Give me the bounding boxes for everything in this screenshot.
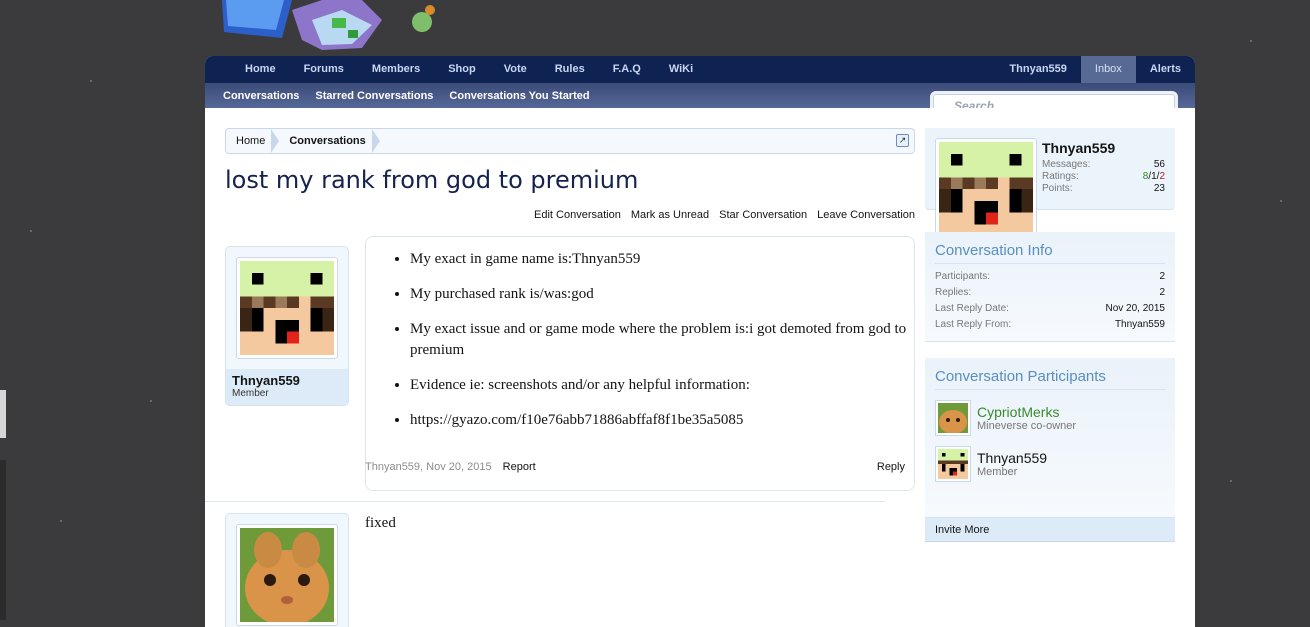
message-line: Evidence ie: screenshots and/or any help…	[410, 375, 914, 396]
conversation-info-heading: Conversation Info	[935, 242, 1165, 264]
nav-home[interactable]: Home	[231, 56, 290, 83]
ratings-positive: 8	[1142, 171, 1149, 182]
minecraft-face-icon	[240, 261, 334, 355]
nav-faq[interactable]: F.A.Q	[599, 56, 655, 83]
ratings-neutral: 1	[1151, 171, 1157, 182]
nav-vote[interactable]: Vote	[490, 56, 541, 83]
message-body: My exact in game name is:Thnyan559 My pu…	[365, 236, 915, 491]
edit-conversation-link[interactable]: Edit Conversation	[534, 209, 621, 221]
stat-label: Messages:	[1042, 159, 1091, 170]
jump-to-icon[interactable]: ↗	[896, 134, 909, 147]
bunny-avatar-icon	[938, 403, 968, 434]
message-meta: Thnyan559, Nov 20, 2015 Report	[365, 461, 536, 473]
nav-forums[interactable]: Forums	[290, 56, 358, 83]
avatar[interactable]	[935, 138, 1037, 240]
message-user-info: Thnyan559 Member	[225, 246, 349, 406]
nav-wiki[interactable]: WiKi	[655, 56, 707, 83]
info-label: Last Reply From:	[935, 319, 1012, 330]
user-role: Member	[232, 388, 269, 399]
bunny-avatar-icon	[240, 528, 334, 626]
participant-role: Mineverse co-owner	[977, 420, 1077, 432]
participant-name[interactable]: Thnyan559	[977, 450, 1047, 466]
participants-heading: Conversation Participants	[935, 368, 1165, 390]
nav-user[interactable]: Thnyan559	[995, 56, 1080, 83]
conversation-actions: Edit Conversation Mark as Unread Star Co…	[534, 209, 915, 221]
report-link[interactable]: Report	[503, 461, 536, 473]
forum-container: Home Forums Members Shop Vote Rules F.A.…	[205, 56, 1195, 627]
participant-item[interactable]: CypriotMerks Mineverse co-owner	[935, 395, 1165, 441]
breadcrumb-conversations[interactable]: Conversations	[279, 129, 381, 153]
nav-rules[interactable]: Rules	[541, 56, 599, 83]
subnav-conversations[interactable]: Conversations	[215, 90, 307, 102]
message: fixed	[225, 503, 915, 627]
message-line: My exact in game name is:Thnyan559	[410, 249, 914, 270]
message-user-info	[225, 513, 349, 627]
avatar[interactable]	[935, 446, 971, 482]
nav-shop[interactable]: Shop	[434, 56, 490, 83]
info-last-date: Nov 20, 2015	[1105, 303, 1166, 314]
message-line: My exact issue and or game mode where th…	[410, 319, 914, 361]
message-divider	[205, 501, 885, 502]
visitor-panel: Thnyan559 Messages: 56 Ratings: 8/1/2 Poin…	[925, 128, 1175, 240]
avatar[interactable]	[236, 257, 338, 359]
nav-members[interactable]: Members	[358, 56, 434, 83]
page-content: Home Conversations ↗ lost my rank from g…	[205, 108, 1195, 627]
message-author[interactable]: Thnyan559	[232, 373, 342, 388]
invite-more-button[interactable]: Invite More	[925, 518, 1175, 542]
stat-ratings: 8/1/2	[1142, 171, 1165, 182]
stat-messages[interactable]: 56	[1154, 159, 1165, 171]
conversation-info-panel: Conversation Info Participants: 2 Replies…	[925, 232, 1175, 342]
ratings-negative: 2	[1159, 171, 1165, 182]
message-body: fixed	[365, 515, 396, 531]
breadcrumb: Home Conversations ↗	[225, 128, 915, 154]
minecraft-face-icon	[938, 449, 968, 479]
info-label: Participants:	[935, 271, 991, 282]
participant-item[interactable]: Thnyan559 Member	[935, 441, 1165, 487]
page-title: lost my rank from god to premium	[225, 166, 639, 194]
mark-unread-link[interactable]: Mark as Unread	[631, 209, 709, 221]
stat-label: Points:	[1042, 183, 1073, 194]
breadcrumb-home[interactable]: Home	[226, 129, 280, 153]
info-last-from[interactable]: Thnyan559	[1115, 317, 1165, 333]
participants-panel: Conversation Participants CypriotMerks M…	[925, 358, 1175, 518]
subnav-starred[interactable]: Starred Conversations	[307, 90, 441, 102]
participant-name[interactable]: CypriotMerks	[977, 404, 1076, 420]
top-navigation: Home Forums Members Shop Vote Rules F.A.…	[205, 56, 1195, 83]
participant-role: Member	[977, 466, 1018, 478]
info-replies: 2	[1159, 287, 1165, 298]
avatar[interactable]	[236, 524, 338, 626]
site-logo[interactable]	[222, 0, 442, 52]
message-line: My purchased rank is/was:god	[410, 284, 914, 305]
info-label: Replies:	[935, 287, 972, 298]
info-participants: 2	[1159, 271, 1165, 282]
message: Thnyan559 Member My exact in game name i…	[225, 236, 915, 501]
stat-label: Ratings:	[1042, 171, 1079, 182]
minecraft-face-icon	[939, 142, 1033, 236]
message-date[interactable]: Thnyan559, Nov 20, 2015	[365, 461, 492, 473]
visitor-name[interactable]: Thnyan559	[1042, 140, 1115, 156]
avatar[interactable]	[935, 400, 971, 436]
star-conversation-link[interactable]: Star Conversation	[719, 209, 807, 221]
nav-inbox[interactable]: Inbox	[1080, 56, 1136, 83]
message-link[interactable]: https://gyazo.com/f10e76abb71886abffaf8f…	[410, 410, 914, 431]
visitor-stats: Messages: 56 Ratings: 8/1/2 Points: 23	[1042, 159, 1165, 195]
stat-points[interactable]: 23	[1154, 183, 1165, 195]
info-label: Last Reply Date:	[935, 303, 1009, 314]
reply-link[interactable]: Reply	[877, 461, 905, 473]
subnav-started[interactable]: Conversations You Started	[441, 90, 597, 102]
leave-conversation-link[interactable]: Leave Conversation	[817, 209, 915, 221]
nav-alerts[interactable]: Alerts	[1136, 56, 1195, 83]
